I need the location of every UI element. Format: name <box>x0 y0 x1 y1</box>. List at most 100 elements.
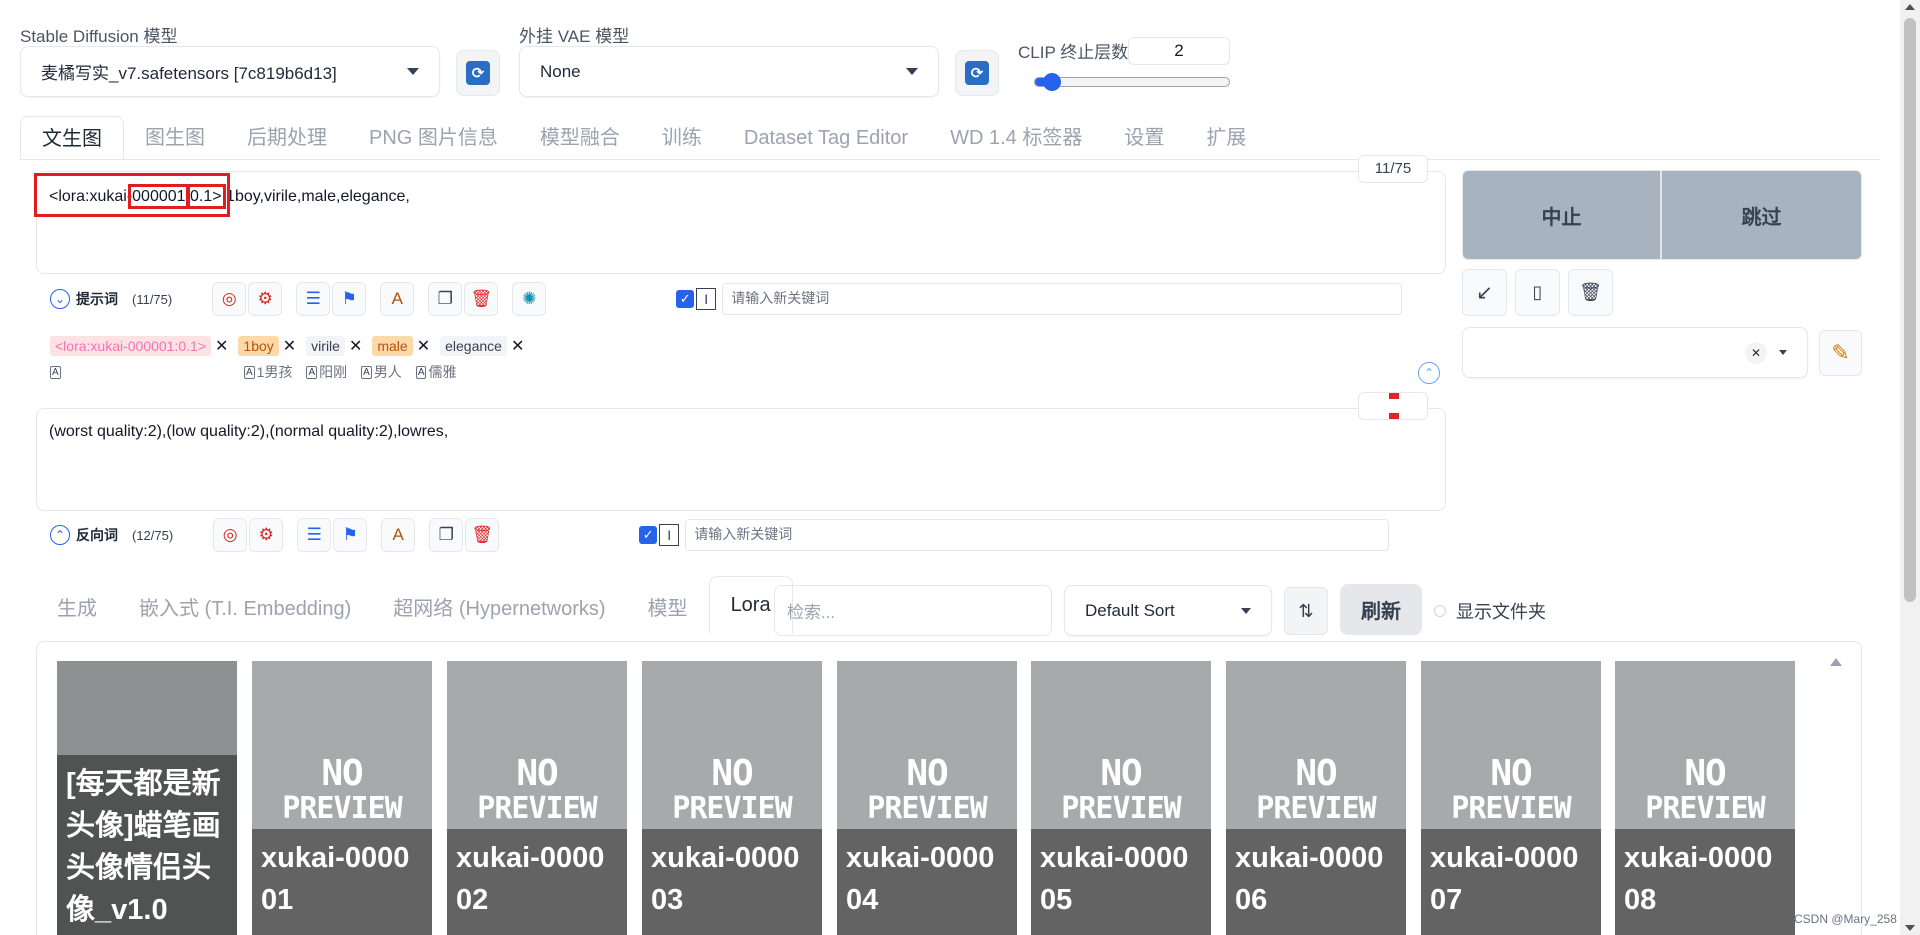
keyword-input[interactable]: 请输入新关键词 <box>722 283 1403 315</box>
counter-glyph <box>1389 393 1399 399</box>
trash-icon: 🗑 <box>471 525 493 544</box>
negative-toolbar: ⌃ 反向词 (12/75) ◎ ⚙ ☰ ⚑ A ❐ 🗑 ✓ I 请输入新关键词 <box>36 514 1446 556</box>
lora-card[interactable]: NO PREVIEW xukai-000002 <box>447 661 627 935</box>
lora-card[interactable]: [每天都是新头像]蜡笔画头像情侣头像_v1.0 <box>57 661 237 935</box>
sd-model-refresh-button[interactable]: ⟳ <box>456 50 500 96</box>
skip-button[interactable]: 跳过 <box>1662 171 1861 259</box>
tab-wd14-tagger[interactable]: WD 1.4 标签器 <box>929 116 1103 160</box>
sd-model-dropdown[interactable]: 麦橘写实_v7.safetensors [7c819b6d13] <box>20 46 440 97</box>
copy-button[interactable]: ❐ <box>428 282 463 316</box>
tab-checkpoint-merger[interactable]: 模型融合 <box>519 116 641 160</box>
enable-checkbox[interactable]: ✓ <box>639 526 658 544</box>
tag-chip[interactable]: male <box>372 336 413 356</box>
tab-txt2img[interactable]: 文生图 <box>20 116 124 160</box>
lora-card-title: xukai-000004 <box>837 829 1017 935</box>
tag-chip[interactable]: <lora:xukai-000001:0.1> <box>50 336 211 356</box>
translate-button[interactable]: ◎ <box>213 518 248 552</box>
scroll-up-arrow[interactable] <box>1905 4 1915 10</box>
clip-slider[interactable] <box>1034 73 1230 91</box>
tab-models[interactable]: 模型 <box>627 584 709 634</box>
lora-card[interactable]: NO PREVIEW xukai-000007 <box>1421 661 1601 935</box>
translation-text: 阳刚 <box>319 364 348 380</box>
tabs-divider <box>20 159 1880 160</box>
sort-value: Default Sort <box>1085 600 1175 620</box>
close-icon[interactable]: ✕ <box>349 336 362 356</box>
clip-value-input[interactable]: 2 <box>1128 37 1230 65</box>
history-button[interactable]: ☰ <box>297 518 332 552</box>
tab-embedding[interactable]: 嵌入式 (T.I. Embedding) <box>118 584 372 634</box>
trash-button[interactable]: 🗑 <box>1568 269 1613 316</box>
translate-all-button[interactable]: A <box>380 282 415 316</box>
favorite-button[interactable]: ⚑ <box>332 282 367 316</box>
tab-settings[interactable]: 设置 <box>1103 116 1185 160</box>
translation-item: A 男人 <box>361 362 402 382</box>
edit-styles-button[interactable]: ✎ <box>1819 330 1862 376</box>
translate-all-button[interactable]: A <box>381 518 416 552</box>
clear-button[interactable]: 🗑 <box>464 282 499 316</box>
chatgpt-button[interactable]: ✺ <box>512 282 547 316</box>
clip-label: CLIP 终止层数 <box>1018 43 1129 62</box>
tab-train[interactable]: 训练 <box>641 116 723 160</box>
vae-refresh-button[interactable]: ⟳ <box>955 50 999 96</box>
tab-img2img[interactable]: 图生图 <box>124 116 226 160</box>
vae-dropdown[interactable]: None <box>519 46 939 97</box>
lora-search-input[interactable]: 检索... <box>774 585 1052 636</box>
tag-chip[interactable]: 1boy <box>238 336 279 356</box>
history-button[interactable]: ☰ <box>296 282 331 316</box>
refresh-icon: ⟳ <box>466 61 490 85</box>
lora-card[interactable]: NO PREVIEW xukai-000005 <box>1031 661 1211 935</box>
close-icon[interactable]: ✕ <box>215 336 228 356</box>
keyword-input[interactable]: 请输入新关键词 <box>685 519 1390 551</box>
chevron-up-icon[interactable]: ⌃ <box>1418 362 1440 384</box>
negative-prompt-textarea[interactable]: (worst quality:2),(low quality:2),(norma… <box>36 408 1446 511</box>
clip-slider-handle[interactable] <box>1043 73 1061 91</box>
close-icon[interactable]: ✕ <box>283 336 296 356</box>
collapse-icon[interactable]: ⌃ <box>50 525 70 545</box>
chevron-down-icon <box>1779 350 1787 355</box>
prompt-textarea[interactable]: <lora:xukai-000001:0.1>,1boy,virile,male… <box>36 171 1446 274</box>
paste-params-button[interactable]: ↙ <box>1462 269 1507 316</box>
sd-model-label: Stable Diffusion 模型 <box>20 27 178 46</box>
tab-extensions[interactable]: 扩展 <box>1185 116 1267 160</box>
collapse-icon[interactable]: ⌄ <box>50 289 70 309</box>
styles-dropdown[interactable]: ✕ <box>1462 327 1808 378</box>
lora-card[interactable]: NO PREVIEW xukai-000006 <box>1226 661 1406 935</box>
lora-card-title: xukai-000008 <box>1615 829 1795 935</box>
enable-checkbox[interactable]: ✓ <box>676 290 695 308</box>
tab-generate[interactable]: 生成 <box>36 584 118 634</box>
clear-button[interactable]: 🗑 <box>465 518 500 552</box>
sort-order-button[interactable]: ⇅ <box>1284 587 1328 635</box>
lora-card[interactable]: NO PREVIEW xukai-000003 <box>642 661 822 935</box>
sort-dropdown[interactable]: Default Sort <box>1064 585 1272 636</box>
copy-button[interactable]: ❐ <box>429 518 464 552</box>
show-dirs-toggle[interactable]: 显示文件夹 <box>1434 598 1546 624</box>
tag-chip[interactable]: elegance <box>440 336 507 356</box>
settings-button[interactable]: ⚙ <box>248 282 283 316</box>
tab-extras[interactable]: 后期处理 <box>226 116 348 160</box>
scroll-up-arrow[interactable] <box>1830 658 1842 666</box>
close-icon[interactable]: ✕ <box>1745 341 1767 364</box>
tab-png-info[interactable]: PNG 图片信息 <box>348 116 519 160</box>
lora-card[interactable]: NO PREVIEW xukai-000008 <box>1615 661 1795 935</box>
show-dirs-label: 显示文件夹 <box>1456 602 1546 622</box>
close-icon[interactable]: ✕ <box>511 336 524 356</box>
radio-icon <box>1434 605 1446 617</box>
scrollbar-thumb[interactable] <box>1904 18 1916 602</box>
tag-chip[interactable]: virile <box>306 336 345 356</box>
refresh-lora-button[interactable]: 刷新 <box>1340 584 1422 635</box>
clipboard-button[interactable]: ▯ <box>1515 269 1560 316</box>
scroll-down-arrow[interactable] <box>1905 925 1915 931</box>
settings-button[interactable]: ⚙ <box>249 518 284 552</box>
page-scrollbar[interactable] <box>1900 0 1920 935</box>
close-icon[interactable]: ✕ <box>417 336 430 356</box>
gear-icon: ⚙ <box>257 289 273 308</box>
translate-button[interactable]: ◎ <box>212 282 247 316</box>
prompt-text-suffix: ,1boy,virile,male,elegance, <box>221 188 410 205</box>
tab-hypernetworks[interactable]: 超网络 (Hypernetworks) <box>372 584 626 634</box>
globe-icon: ◎ <box>221 289 237 308</box>
lora-card[interactable]: NO PREVIEW xukai-000004 <box>837 661 1017 935</box>
lora-card[interactable]: NO PREVIEW xukai-000001 <box>252 661 432 935</box>
interrupt-button[interactable]: 中止 <box>1463 171 1662 259</box>
favorite-button[interactable]: ⚑ <box>333 518 368 552</box>
tab-dataset-tag-editor[interactable]: Dataset Tag Editor <box>723 116 929 160</box>
